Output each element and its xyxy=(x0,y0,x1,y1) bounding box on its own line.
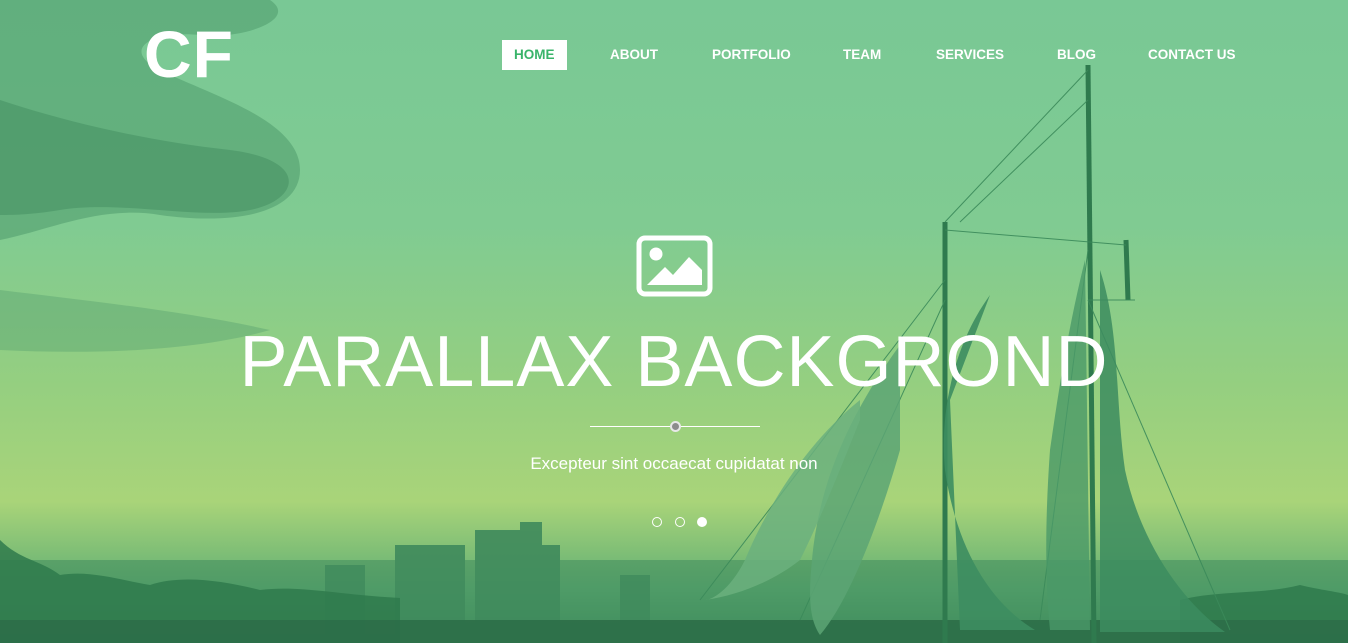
slider-dot-1[interactable] xyxy=(652,517,662,527)
hero-section: CF HOME ABOUT PORTFOLIO TEAM SERVICES BL… xyxy=(0,0,1348,643)
nav-item-home[interactable]: HOME xyxy=(502,40,567,70)
nav-item-about[interactable]: ABOUT xyxy=(610,40,658,70)
slider-dot-2[interactable] xyxy=(675,517,685,527)
nav-item-services[interactable]: SERVICES xyxy=(936,40,1004,70)
logo[interactable]: CF xyxy=(144,18,234,90)
nav-item-contact-us[interactable]: CONTACT US xyxy=(1148,40,1236,70)
divider-dot xyxy=(670,421,681,432)
nav-item-blog[interactable]: BLOG xyxy=(1057,40,1096,70)
image-icon xyxy=(636,235,713,297)
nav-item-portfolio[interactable]: PORTFOLIO xyxy=(712,40,791,70)
nav-item-team[interactable]: TEAM xyxy=(843,40,881,70)
slider-dot-3[interactable] xyxy=(697,517,707,527)
hero-title: PARALLAX BACKGROND xyxy=(239,322,1109,402)
hero-subtitle: Excepteur sint occaecat cupidatat non xyxy=(530,454,818,473)
